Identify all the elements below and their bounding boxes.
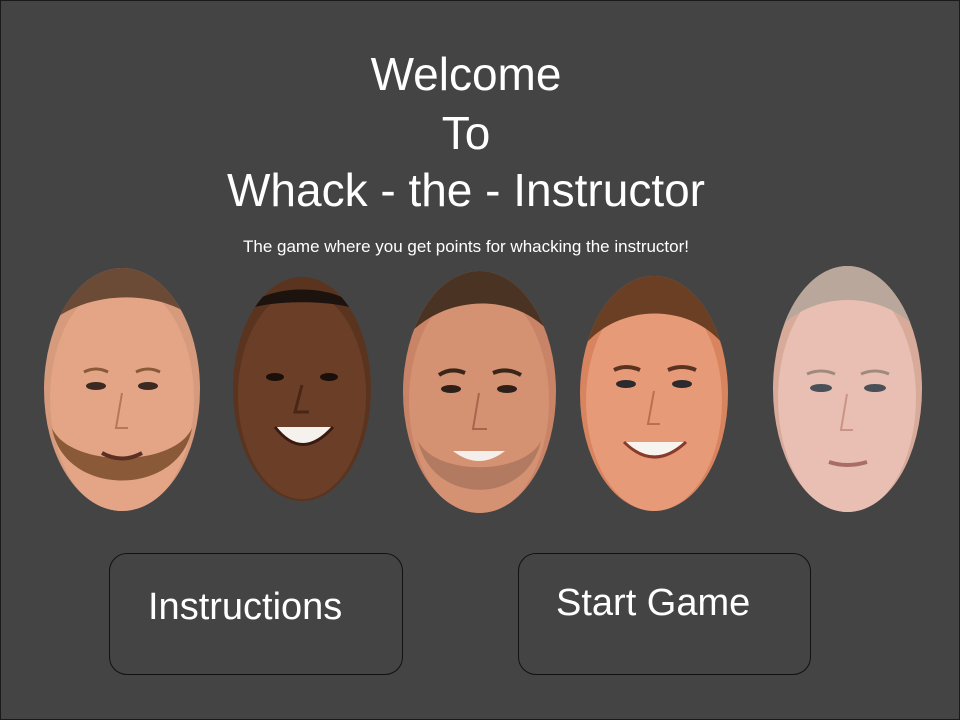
title-line-welcome: Welcome (370, 48, 562, 100)
title-line-to: To (441, 107, 491, 159)
instructor-face-4 (580, 276, 728, 511)
game-tagline: The game where you get points for whacki… (242, 237, 689, 256)
instructor-face-2 (233, 277, 371, 501)
instructions-button-label: Instructions (148, 586, 343, 628)
start-game-button[interactable]: Start Game (518, 553, 811, 675)
game-title: Whack - the - Instructor (226, 164, 705, 216)
instructor-face-3 (403, 271, 556, 513)
instructions-button[interactable]: Instructions (109, 553, 403, 675)
instructor-face-1 (44, 268, 200, 511)
title-screen: Welcome To Whack - the - Instructor The … (0, 0, 960, 720)
instructor-face-5 (773, 266, 922, 512)
start-game-button-label: Start Game (556, 582, 751, 624)
